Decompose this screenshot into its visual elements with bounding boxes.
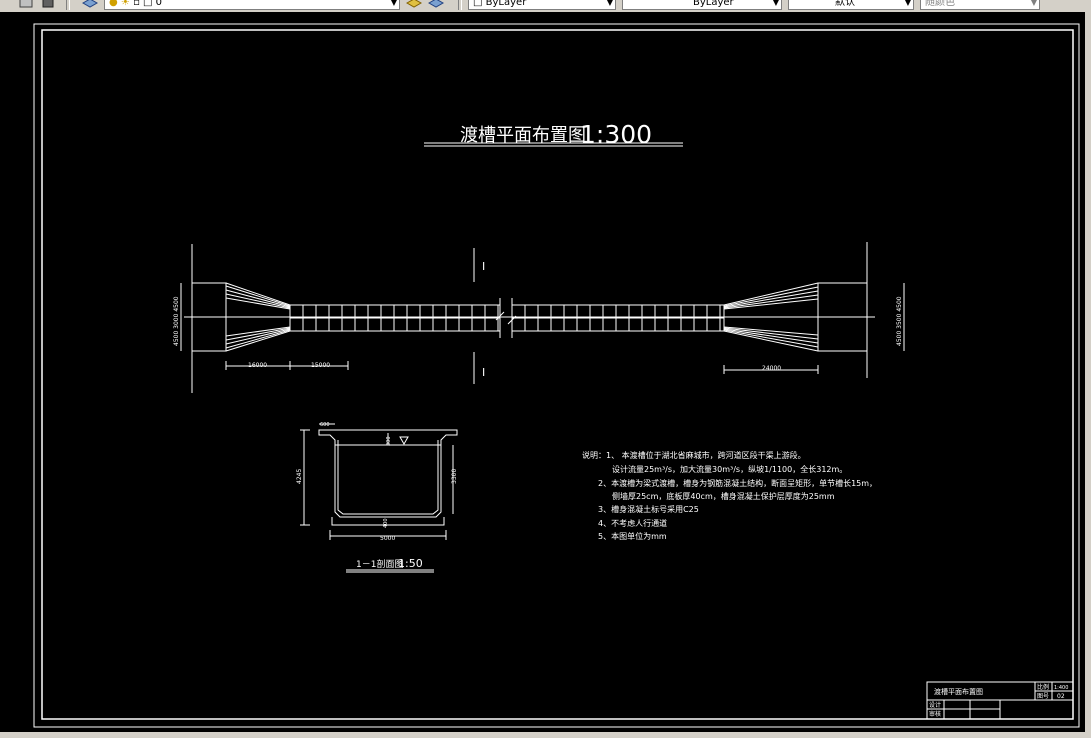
notes: 说明：1、 本渡槽位于湖北省麻城市，跨河道区段干渠上游段。 设计流量25m³/s… — [582, 450, 877, 541]
dim-right-vertical: 4500 3500 4500 — [896, 296, 903, 346]
cross-section-view — [300, 423, 458, 540]
layer-states-icon[interactable] — [18, 0, 34, 10]
note-line-1: 说明：1、 本渡槽位于湖北省麻城市，跨河道区段干渠上游段。 — [582, 450, 806, 460]
layer-previous-icon[interactable] — [40, 0, 56, 10]
chevron-down-icon: ▼ — [390, 0, 397, 7]
title-block-design-label: 设计 — [929, 701, 941, 709]
plotstyle-value: 随颜色 — [925, 0, 955, 8]
status-bar — [0, 732, 1091, 738]
note-line-3: 2、本渡槽为梁式渡槽，槽身为钢筋混凝土结构，断面呈矩形，单节槽长15m， — [598, 478, 877, 488]
dim-24000: 24000 — [762, 365, 781, 372]
dim-left-vertical: 4500 3000 4500 — [173, 296, 180, 346]
plotstyle-dropdown[interactable]: 随颜色 ▼ — [920, 0, 1040, 10]
sec-dim-right: 3300 — [451, 469, 458, 484]
title-block-no-label: 图号 — [1037, 693, 1049, 700]
sec-dim-top: 600 — [320, 422, 330, 428]
linetype-dropdown[interactable]: ByLayer ▼ — [622, 0, 782, 10]
section-title: 1－1剖面图 — [356, 558, 403, 570]
drawing-title-scale: 1:300 — [580, 120, 652, 149]
dim-16000: 16000 — [248, 362, 267, 369]
toolbar-separator — [458, 0, 462, 10]
chevron-down-icon: ▼ — [1030, 0, 1037, 7]
lineweight-value: 默认 — [835, 0, 855, 8]
title-block-check-label: 审核 — [929, 710, 941, 718]
chevron-down-icon: ▼ — [904, 0, 911, 7]
layer-previous-stack-icon[interactable] — [427, 0, 445, 10]
color-dropdown[interactable]: □ ByLayer ▼ — [468, 0, 616, 10]
make-current-layer-icon[interactable] — [405, 0, 423, 10]
model-space-canvas[interactable]: 渡槽平面布置图 1:300 I I 16000 15000 24000 4500… — [0, 12, 1091, 732]
layer-dropdown[interactable]: ● ☀ ▫ □ 0 ▼ — [104, 0, 400, 10]
title-block-name: 渡槽平面布置图 — [934, 687, 983, 696]
note-line-7: 5、本图单位为mm — [598, 531, 667, 541]
section-mark-top: I — [482, 260, 485, 273]
note-line-4: 侧墙厚25cm，底板厚40cm，槽身混凝土保护层厚度为25mm — [612, 491, 835, 501]
layer-properties-icon[interactable] — [81, 0, 99, 10]
chevron-down-icon: ▼ — [606, 0, 613, 7]
aqueduct-plan-view — [180, 242, 905, 393]
linetype-value: ByLayer — [693, 0, 734, 8]
color-value: ByLayer — [485, 0, 527, 8]
color-swatch-icon: □ — [473, 0, 486, 8]
layer-color-icon: □ — [143, 0, 156, 8]
sec-dim-bottom-inner: 400 — [383, 518, 389, 528]
sec-dim-width: 5000 — [380, 535, 395, 542]
note-line-5: 3、槽身混凝土标号采用C25 — [598, 504, 699, 514]
lightbulb-icon: ● — [109, 0, 121, 8]
section-mark-bottom: I — [482, 366, 485, 379]
title-block-scale-label: 比例 — [1037, 683, 1049, 691]
sec-dim-center: 300 — [386, 436, 392, 446]
note-line-2: 设计流量25m³/s，加大流量30m³/s，纵坡1/1100，全长312m。 — [612, 464, 847, 474]
toolbar-separator — [66, 0, 70, 10]
title-block-scale-value: 1:400 — [1054, 685, 1068, 691]
dim-15000: 15000 — [311, 362, 330, 369]
note-line-6: 4、不考虑人行通道 — [598, 518, 667, 528]
lock-icon: ▫ — [133, 0, 144, 8]
sec-dim-left: 4245 — [296, 469, 303, 484]
title-block-no-value: 02 — [1057, 693, 1065, 700]
section-scale: 1:50 — [398, 557, 423, 570]
chevron-down-icon: ▼ — [772, 0, 779, 7]
lineweight-dropdown[interactable]: 默认 ▼ — [788, 0, 914, 10]
vertical-scrollbar[interactable] — [1085, 12, 1091, 732]
layer-value: 0 — [155, 0, 163, 8]
sun-icon: ☀ — [120, 0, 134, 8]
